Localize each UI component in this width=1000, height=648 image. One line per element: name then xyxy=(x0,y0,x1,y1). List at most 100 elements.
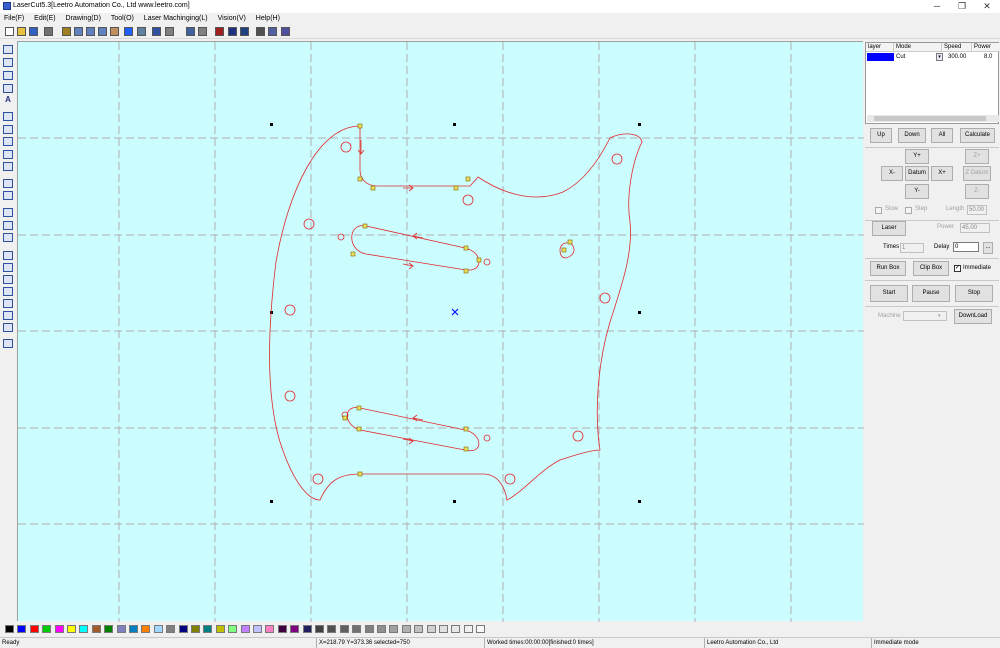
color-swatch[interactable] xyxy=(141,625,151,633)
flip-icon[interactable] xyxy=(3,299,13,308)
color-swatch[interactable] xyxy=(265,625,275,633)
layer-speed[interactable]: 300.00 xyxy=(948,53,972,61)
color-swatch[interactable] xyxy=(228,625,238,633)
mirror-v-icon[interactable] xyxy=(3,137,13,146)
zoom-fit-icon[interactable] xyxy=(124,27,133,36)
fill-icon[interactable] xyxy=(3,221,13,230)
clip-box-button[interactable]: Clip Box xyxy=(913,261,949,276)
rectangle-icon[interactable] xyxy=(3,58,13,67)
color-swatch[interactable] xyxy=(401,625,411,633)
center-icon[interactable] xyxy=(3,311,13,320)
color-swatch[interactable] xyxy=(240,625,250,633)
zoom-out-icon[interactable] xyxy=(98,27,107,36)
color-swatch[interactable] xyxy=(277,625,287,633)
down-button[interactable]: Down xyxy=(898,128,926,143)
color-swatch[interactable] xyxy=(339,625,349,633)
color-swatch[interactable] xyxy=(104,625,114,633)
color-swatch[interactable] xyxy=(17,625,27,633)
drawing-canvas[interactable] xyxy=(17,41,864,622)
import-icon[interactable] xyxy=(44,27,53,36)
minimize-button[interactable]: ─ xyxy=(925,0,949,13)
new-file-icon[interactable] xyxy=(5,27,14,36)
y-minus-button[interactable]: Y- xyxy=(905,184,929,199)
zoom-page-icon[interactable] xyxy=(137,27,146,36)
color-swatch[interactable] xyxy=(364,625,374,633)
all-button[interactable]: All xyxy=(931,128,953,143)
layer-mode[interactable]: Cut xyxy=(896,53,926,61)
layer-power[interactable]: 8.0 xyxy=(984,53,1000,61)
pen-icon[interactable] xyxy=(62,27,71,36)
points-icon[interactable] xyxy=(3,150,13,159)
color-swatch[interactable] xyxy=(302,625,312,633)
x-minus-button[interactable]: X- xyxy=(881,166,903,181)
line-icon[interactable] xyxy=(3,45,13,54)
ungroup-icon[interactable] xyxy=(3,191,13,200)
group-icon[interactable] xyxy=(3,179,13,188)
color-swatch[interactable] xyxy=(178,625,188,633)
z-datum-button[interactable]: Z Datum xyxy=(963,166,991,181)
align-left-icon[interactable] xyxy=(3,251,13,260)
color-swatch[interactable] xyxy=(352,625,362,633)
align-top-icon[interactable] xyxy=(3,275,13,284)
restore-button[interactable]: ❐ xyxy=(950,0,974,13)
machine-dropdown-icon[interactable]: ▾ xyxy=(938,312,941,321)
line-tool-icon[interactable] xyxy=(228,27,237,36)
select-icon[interactable] xyxy=(186,27,195,36)
z-minus-button[interactable]: Z- xyxy=(965,184,989,199)
zoom-selection-icon[interactable] xyxy=(268,27,277,36)
step-checkbox[interactable] xyxy=(905,207,912,214)
menu-help[interactable]: Help(H) xyxy=(256,13,280,24)
distribute-icon[interactable] xyxy=(3,287,13,296)
color-swatch[interactable] xyxy=(253,625,262,633)
color-swatch[interactable] xyxy=(377,625,386,633)
rotate-icon[interactable] xyxy=(3,112,13,121)
download-button[interactable]: DownLoad xyxy=(954,309,992,324)
color-swatch[interactable] xyxy=(29,625,39,633)
layer-icon[interactable] xyxy=(3,339,13,348)
ellipse-icon[interactable] xyxy=(3,84,13,93)
color-swatch[interactable] xyxy=(5,625,14,633)
node-edit-icon[interactable] xyxy=(198,27,207,36)
color-swatch[interactable] xyxy=(389,625,399,633)
text-icon[interactable]: A xyxy=(3,96,13,105)
datum-button[interactable]: Datum xyxy=(905,166,929,181)
menu-tool[interactable]: Tool(O) xyxy=(111,13,134,24)
immediate-checkbox[interactable]: ✓ xyxy=(954,265,961,272)
curve-icon[interactable] xyxy=(3,233,13,242)
arrow-icon[interactable] xyxy=(215,27,224,36)
mirror-h-icon[interactable] xyxy=(3,125,13,134)
polyline-icon[interactable] xyxy=(3,71,13,80)
redo-icon[interactable] xyxy=(165,27,174,36)
array-icon[interactable] xyxy=(3,323,13,332)
menu-vision[interactable]: Vision(V) xyxy=(218,13,246,24)
preview-icon[interactable] xyxy=(256,27,265,36)
color-swatch[interactable] xyxy=(42,625,52,633)
color-swatch[interactable] xyxy=(451,625,461,633)
laser-button[interactable]: Laser xyxy=(872,221,906,236)
run-box-button[interactable]: Run Box xyxy=(870,261,906,276)
zoom-window-icon[interactable] xyxy=(74,27,83,36)
close-button[interactable]: ✕ xyxy=(975,0,999,13)
layer-color-swatch[interactable] xyxy=(867,53,894,61)
color-swatch[interactable] xyxy=(203,625,213,633)
undo-icon[interactable] xyxy=(152,27,161,36)
y-plus-button[interactable]: Y+ xyxy=(905,149,929,164)
color-swatch[interactable] xyxy=(116,625,126,633)
save-icon[interactable] xyxy=(29,27,38,36)
color-swatch[interactable] xyxy=(290,625,300,633)
color-swatch[interactable] xyxy=(91,625,101,633)
color-swatch[interactable] xyxy=(129,625,138,633)
color-swatch[interactable] xyxy=(166,625,176,633)
array-icon[interactable] xyxy=(240,27,249,36)
slow-checkbox[interactable] xyxy=(875,207,882,214)
color-swatch[interactable] xyxy=(426,625,436,633)
color-swatch[interactable] xyxy=(215,625,225,633)
layer-list[interactable]: layer Mode Speed Power Cut ▾ 300.00 8.0 xyxy=(865,42,1000,124)
color-swatch[interactable] xyxy=(79,625,89,633)
color-swatch[interactable] xyxy=(476,625,486,633)
align-icon[interactable] xyxy=(3,208,13,217)
zoom-in-icon[interactable] xyxy=(86,27,95,36)
color-swatch[interactable] xyxy=(54,625,64,633)
z-plus-button[interactable]: Z+ xyxy=(965,149,989,164)
settings-icon[interactable] xyxy=(281,27,290,36)
